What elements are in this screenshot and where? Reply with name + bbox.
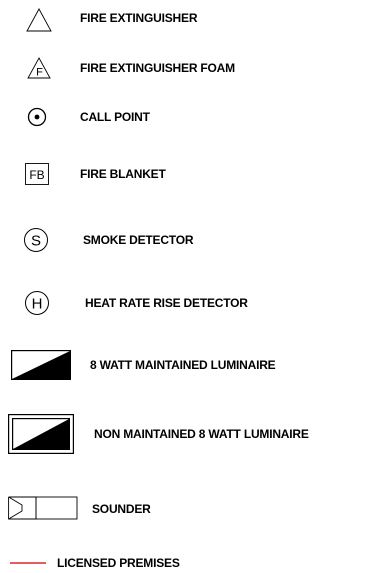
luminaire-icon xyxy=(11,350,71,380)
red-line-icon xyxy=(10,561,46,565)
legend-label-non-maintained-8-watt-luminaire: NON MAINTAINED 8 WATT LUMINAIRE xyxy=(94,427,309,441)
triangle-icon xyxy=(26,8,52,32)
symbol-legend: FIRE EXTINGUISHER F FIRE EXTINGUISHER FO… xyxy=(0,0,366,573)
legend-label-fire-extinguisher-foam: FIRE EXTINGUISHER FOAM xyxy=(80,61,235,75)
legend-label-licensed-premises: LICENSED PREMISES xyxy=(57,556,180,570)
circle-dot-icon xyxy=(27,107,47,127)
legend-label-fire-blanket: FIRE BLANKET xyxy=(80,167,166,181)
legend-label-8-watt-maintained-luminaire: 8 WATT MAINTAINED LUMINAIRE xyxy=(90,358,276,372)
legend-label-call-point: CALL POINT xyxy=(80,110,150,124)
sounder-icon xyxy=(8,496,78,520)
circle-s-letter: S xyxy=(31,233,41,250)
circle-h-icon: H xyxy=(24,290,50,316)
legend-label-heat-rate-rise-detector: HEAT RATE RISE DETECTOR xyxy=(85,296,248,310)
triangle-f-icon: F xyxy=(27,57,51,79)
legend-label-smoke-detector: SMOKE DETECTOR xyxy=(83,233,194,247)
square-fb-letters: FB xyxy=(29,168,44,182)
circle-h-letter: H xyxy=(32,296,43,313)
double-box-luminaire-icon xyxy=(8,414,74,454)
legend-label-fire-extinguisher: FIRE EXTINGUISHER xyxy=(80,11,198,25)
triangle-f-letter: F xyxy=(36,67,43,79)
circle-s-icon: S xyxy=(23,227,49,253)
square-fb-icon: FB xyxy=(25,163,49,185)
legend-label-sounder: SOUNDER xyxy=(92,502,151,516)
